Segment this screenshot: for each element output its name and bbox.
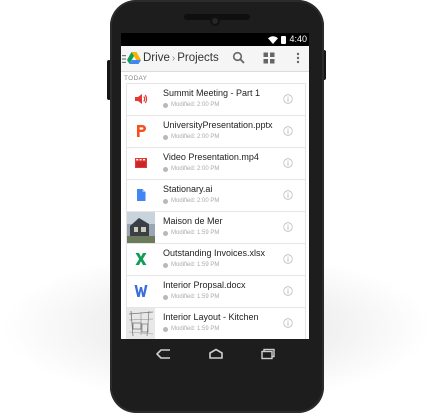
wifi-icon — [268, 35, 279, 44]
breadcrumb: Drive › Projects — [143, 52, 219, 64]
file-name: Summit Meeting - Part 1 — [163, 88, 261, 98]
breadcrumb-separator: › — [171, 53, 176, 64]
file-row[interactable]: Summit Meeting - Part 1 Modified: 2:00 P… — [127, 84, 305, 116]
file-modified: Modified: 2:00 PM — [163, 102, 219, 108]
file-modified: Modified: 1:59 PM — [163, 262, 219, 268]
file-modified: Modified: 1:59 PM — [163, 326, 219, 332]
file-row[interactable]: Video Presentation.mp4 Modified: 2:00 PM — [127, 148, 305, 180]
battery-icon — [281, 35, 287, 44]
clock-icon — [163, 262, 168, 268]
phone-screen: 4:40 Drive › Projects TODAY Summit Meeti… — [121, 33, 309, 339]
word-doc-icon — [134, 285, 148, 297]
spreadsheet-icon — [135, 253, 147, 265]
overflow-menu-icon[interactable] — [291, 51, 305, 65]
file-row[interactable]: Interior Layout - Kitchen Modified: 1:59… — [127, 308, 305, 339]
image-thumbnail — [127, 212, 155, 243]
file-list: Summit Meeting - Part 1 Modified: 2:00 P… — [126, 83, 306, 339]
sketch-thumbnail — [127, 308, 155, 339]
file-name: Outstanding Invoices.xlsx — [163, 248, 266, 258]
info-icon[interactable] — [283, 318, 293, 328]
file-name: Interior Propsal.docx — [163, 280, 246, 290]
status-time: 4:40 — [289, 34, 307, 44]
clock-icon — [163, 198, 168, 204]
status-bar: 4:40 — [121, 33, 309, 46]
file-name: UniversityPresentation.pptx — [163, 120, 273, 130]
file-name: Stationary.ai — [163, 184, 213, 194]
file-modified: Modified: 1:59 PM — [163, 294, 219, 300]
info-icon[interactable] — [283, 286, 293, 296]
info-icon[interactable] — [283, 126, 293, 136]
file-modified: Modified: 2:00 PM — [163, 166, 219, 172]
clock-icon — [163, 230, 168, 236]
document-icon — [137, 189, 146, 201]
clock-icon — [163, 326, 168, 332]
audio-icon — [135, 94, 148, 104]
clock-icon — [163, 294, 168, 300]
file-row[interactable]: Maison de Mer Modified: 1:59 PM — [127, 212, 305, 244]
home-icon[interactable] — [207, 348, 225, 360]
action-bar: Drive › Projects — [121, 46, 309, 72]
back-icon[interactable] — [155, 348, 173, 360]
file-row[interactable]: Stationary.ai Modified: 2:00 PM — [127, 180, 305, 212]
front-camera — [210, 16, 220, 26]
section-header-today: TODAY — [124, 75, 148, 82]
file-row[interactable]: Interior Propsal.docx Modified: 1:59 PM — [127, 276, 305, 308]
file-row[interactable]: UniversityPresentation.pptx Modified: 2:… — [127, 116, 305, 148]
info-icon[interactable] — [283, 190, 293, 200]
search-icon[interactable] — [232, 51, 246, 65]
clock-icon — [163, 102, 168, 108]
file-name: Interior Layout - Kitchen — [163, 312, 259, 322]
file-name: Maison de Mer — [163, 216, 223, 226]
file-modified: Modified: 2:00 PM — [163, 134, 219, 140]
info-icon[interactable] — [283, 94, 293, 104]
clock-icon — [163, 166, 168, 172]
file-modified: Modified: 2:00 PM — [163, 198, 219, 204]
file-row[interactable]: Outstanding Invoices.xlsx Modified: 1:59… — [127, 244, 305, 276]
navigation-bar — [121, 345, 309, 365]
info-icon[interactable] — [283, 158, 293, 168]
grid-view-icon[interactable] — [262, 51, 276, 65]
breadcrumb-projects: Projects — [177, 52, 219, 64]
clock-icon — [163, 134, 168, 140]
video-icon — [135, 158, 147, 168]
drive-logo-icon[interactable] — [127, 52, 141, 64]
file-name: Video Presentation.mp4 — [163, 152, 259, 162]
recent-apps-icon[interactable] — [259, 348, 277, 360]
breadcrumb-drive[interactable]: Drive — [143, 52, 170, 64]
drawer-indicator-icon[interactable] — [122, 55, 126, 63]
info-icon[interactable] — [283, 254, 293, 264]
slides-icon — [137, 125, 146, 137]
file-modified: Modified: 1:59 PM — [163, 230, 219, 236]
info-icon[interactable] — [283, 222, 293, 232]
